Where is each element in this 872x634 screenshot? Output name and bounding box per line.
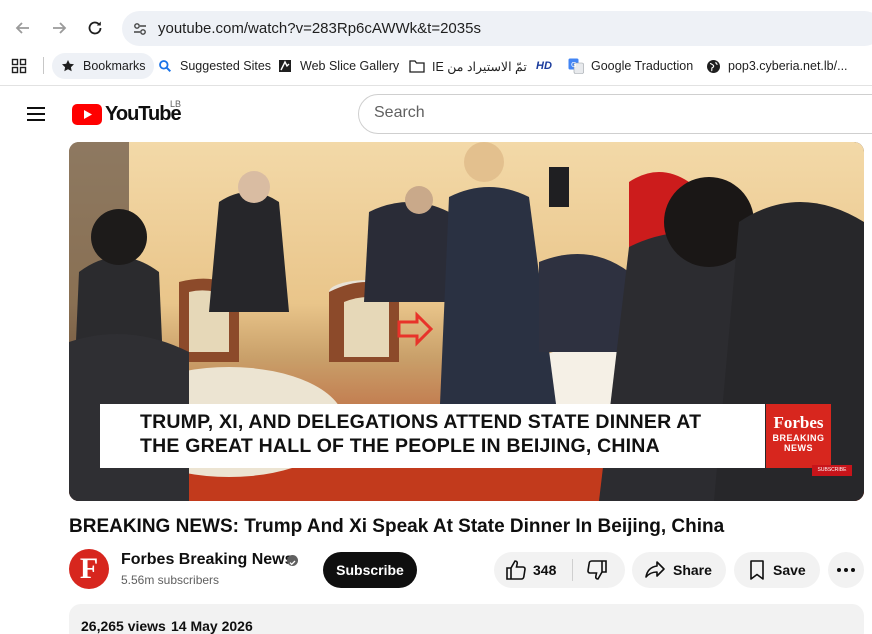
bookmark-pop3-cyberia[interactable]: pop3.cyberia.net.lb/...: [705, 53, 848, 79]
like-button[interactable]: 348: [494, 552, 572, 588]
verified-icon: [287, 555, 298, 566]
bookmark-label: Suggested Sites: [180, 59, 272, 73]
forbes-wordmark: Forbes: [773, 413, 824, 432]
svg-text:G: G: [571, 61, 576, 69]
bookmarks-separator: [43, 57, 44, 74]
share-label: Share: [673, 562, 712, 578]
chyron-line-2: THE GREAT HALL OF THE PEOPLE IN BEIJING,…: [140, 435, 660, 457]
folder-icon: [409, 58, 425, 74]
webslice-icon: [277, 58, 293, 74]
bookmark-hd[interactable]: HD: [536, 53, 552, 79]
apps-grid-icon: [11, 58, 27, 74]
upload-date: 14 May 2026: [171, 618, 253, 634]
brand-sub-news: NEWS: [784, 443, 813, 453]
brand-sub-breaking: BREAKING: [772, 433, 825, 443]
channel-avatar[interactable]: F: [69, 549, 109, 589]
arrow-right-icon: [53, 22, 67, 34]
dislike-button[interactable]: [573, 552, 625, 588]
apps-button[interactable]: [11, 53, 27, 79]
forward-button[interactable]: [47, 16, 71, 40]
guide-menu-button[interactable]: [24, 102, 48, 126]
hd-icon: HD: [536, 60, 552, 72]
search-icon: [157, 58, 173, 74]
bookmark-suggested-sites[interactable]: Suggested Sites: [157, 53, 271, 79]
tune-icon[interactable]: [129, 18, 151, 40]
toolbar-divider: [0, 85, 872, 86]
bookmark-label: IE تمّ الاستيراد من: [432, 59, 527, 74]
translate-icon: G: [568, 58, 584, 74]
news-chyron: TRUMP, XI, AND DELEGATIONS ATTEND STATE …: [100, 404, 765, 468]
bookmark-google-traduction[interactable]: G Google Traduction: [568, 53, 693, 79]
bookmark-label: pop3.cyberia.net.lb/...: [728, 59, 848, 73]
reload-icon: [88, 21, 102, 35]
globe-icon: [705, 58, 721, 74]
more-actions-button[interactable]: [828, 552, 864, 588]
forbes-breaking-news-logo: Forbes BREAKING NEWS: [766, 404, 831, 468]
youtube-play-icon: [72, 103, 102, 125]
more-horizontal-icon: [837, 568, 855, 572]
save-button[interactable]: Save: [734, 552, 820, 588]
star-icon: [60, 58, 76, 74]
subscribe-button[interactable]: Subscribe: [323, 552, 417, 588]
view-count: 26,265 views: [81, 618, 166, 634]
like-count: 348: [533, 562, 557, 578]
thumbs-up-icon: [504, 558, 528, 585]
search-input[interactable]: [374, 104, 854, 122]
arrow-left-icon: [15, 22, 29, 34]
channel-name[interactable]: Forbes Breaking News: [121, 551, 294, 569]
address-bar[interactable]: youtube.com/watch?v=283Rp6cAWWk&t=2035s: [122, 11, 872, 46]
video-player[interactable]: TRUMP, XI, AND DELEGATIONS ATTEND STATE …: [69, 142, 864, 501]
video-subscribe-watermark: SUBSCRIBE: [812, 465, 852, 476]
bookmarks-bar: Bookmarks Suggested Sites Web Slice Gall…: [0, 50, 872, 82]
thumbs-down-icon: [585, 558, 609, 585]
bookmark-label: Google Traduction: [591, 59, 694, 73]
bookmark-bookmarks[interactable]: Bookmarks: [52, 53, 154, 79]
save-label: Save: [773, 562, 806, 578]
subscriber-count: 5.56m subscribers: [121, 573, 220, 587]
bookmark-icon: [745, 558, 769, 585]
description-box[interactable]: 26,265 views 14 May 2026: [69, 604, 864, 634]
share-button[interactable]: Share: [632, 552, 726, 588]
browser-toolbar: youtube.com/watch?v=283Rp6cAWWk&t=2035s: [0, 0, 872, 56]
url-text[interactable]: youtube.com/watch?v=283Rp6cAWWk&t=2035s: [158, 20, 481, 37]
bookmark-label: Web Slice Gallery: [300, 59, 400, 73]
share-icon: [643, 558, 667, 585]
bookmark-ie-imported[interactable]: IE تمّ الاستيراد من: [409, 53, 527, 79]
bookmark-web-slice-gallery[interactable]: Web Slice Gallery: [277, 53, 399, 79]
bookmark-label: Bookmarks: [83, 59, 146, 73]
region-code: LB: [170, 99, 182, 109]
like-dislike-group: 348: [494, 552, 625, 588]
chyron-line-1: TRUMP, XI, AND DELEGATIONS ATTEND STATE …: [140, 411, 702, 433]
back-button[interactable]: [11, 16, 35, 40]
reload-button[interactable]: [83, 16, 107, 40]
youtube-logo[interactable]: YouTube LB: [72, 99, 182, 126]
hamburger-icon: [27, 107, 45, 121]
search-box[interactable]: [358, 94, 872, 134]
video-title: BREAKING NEWS: Trump And Xi Speak At Sta…: [69, 516, 725, 537]
